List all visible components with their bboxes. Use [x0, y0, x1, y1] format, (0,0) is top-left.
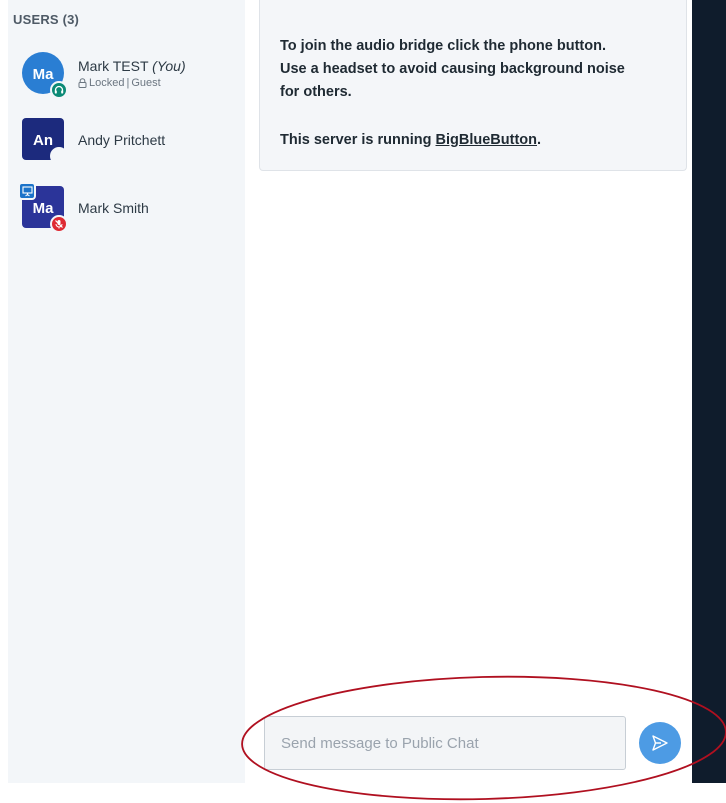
user-name: Mark Smith	[78, 200, 149, 216]
user-item-mark-test[interactable]: Ma Mark TEST (You) Locked | Guest	[22, 52, 237, 99]
muted-microphone-icon	[50, 215, 68, 233]
lock-icon	[78, 78, 87, 88]
send-message-button[interactable]	[639, 722, 681, 764]
user-meta: Locked | Guest	[78, 77, 161, 89]
presentation-icon	[18, 182, 36, 200]
headset-icon	[50, 81, 68, 99]
user-name: Mark TEST (You)	[78, 58, 186, 74]
welcome-line-1: To join the audio bridge click the phone…	[280, 38, 606, 54]
page: USERS (3) Ma Mark TEST (You) Locked | Gu…	[0, 0, 726, 803]
send-arrow-icon	[652, 735, 668, 751]
user-status: Locked	[89, 77, 125, 89]
welcome-message: To join the audio bridge click the phone…	[259, 0, 687, 171]
avatar-status-notch	[50, 147, 68, 165]
welcome-line-3: for others.	[280, 84, 352, 100]
users-header: USERS (3)	[13, 12, 80, 27]
user-name: Andy Pritchett	[78, 132, 166, 148]
user-role: Guest	[131, 77, 161, 89]
users-sidebar: USERS (3) Ma Mark TEST (You) Locked | Gu…	[8, 0, 245, 783]
welcome-line-2: Use a headset to avoid causing backgroun…	[280, 61, 625, 77]
user-item-andy-pritchett[interactable]: An Andy Pritchett	[22, 118, 237, 165]
server-text-suffix: .	[537, 132, 542, 148]
user-name-text: Mark TEST	[78, 58, 149, 74]
welcome-line-4: This server is running BigBlueButton.	[280, 132, 541, 148]
presentation-area-edge	[692, 0, 726, 783]
avatar-initials: An	[33, 131, 53, 149]
avatar-initials: Ma	[32, 65, 54, 83]
chat-message-input[interactable]	[264, 716, 626, 770]
avatar-initials: Ma	[32, 199, 54, 217]
user-item-mark-smith[interactable]: Ma Mark Smith	[18, 182, 237, 233]
you-label: (You)	[152, 58, 186, 74]
bigbluebutton-link[interactable]: BigBlueButton	[436, 132, 537, 148]
server-text: This server is running	[280, 132, 436, 148]
